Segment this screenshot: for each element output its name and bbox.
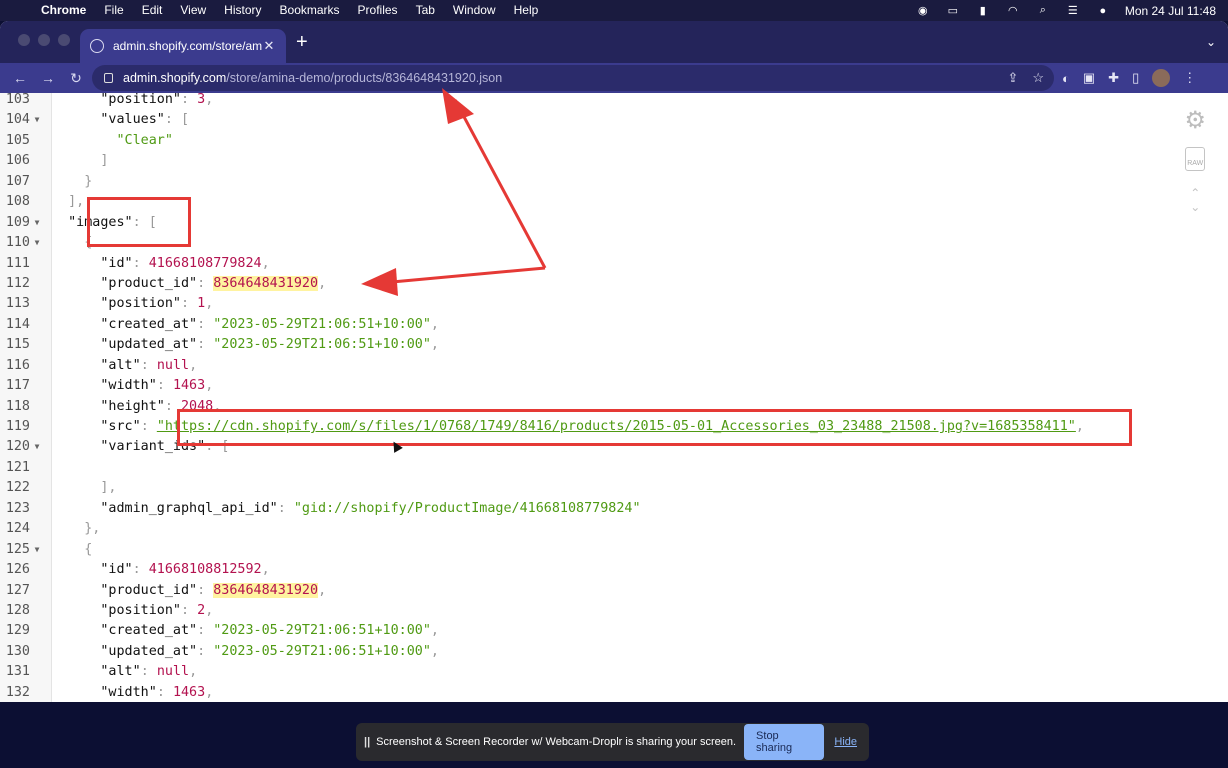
arrow-to-product-id-line bbox=[391, 266, 546, 284]
sharing-message: Screenshot & Screen Recorder w/ Webcam-D… bbox=[376, 736, 737, 748]
hide-sharing-link[interactable]: Hide bbox=[834, 736, 857, 748]
arrow-to-url-line bbox=[453, 99, 547, 269]
arrow-to-product-id-head bbox=[361, 268, 398, 296]
stop-sharing-button[interactable]: Stop sharing bbox=[744, 724, 825, 760]
annotation-arrows bbox=[361, 88, 547, 296]
pause-icon[interactable]: || bbox=[364, 736, 370, 748]
screen-sharing-banner: || Screenshot & Screen Recorder w/ Webca… bbox=[356, 723, 869, 761]
arrow-to-url-head bbox=[442, 88, 474, 124]
